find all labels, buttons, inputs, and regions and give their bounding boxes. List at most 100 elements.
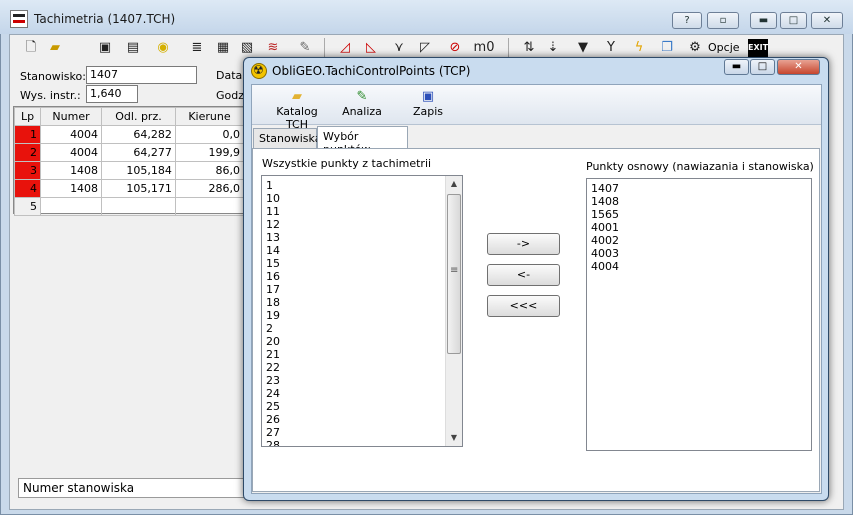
stanowisko-input[interactable]: 1407 <box>86 66 197 84</box>
list-item[interactable]: 19 <box>262 309 462 322</box>
cell-odl[interactable]: 105,171 <box>101 179 176 198</box>
exit-icon[interactable]: EXIT <box>748 39 768 57</box>
table-row[interactable]: 4 1408 105,171 286,0 <box>14 179 245 198</box>
print-preview-icon[interactable]: ▤ <box>124 39 142 57</box>
vertex-icon[interactable]: ⋎ <box>390 39 408 57</box>
cell-numer[interactable]: 4004 <box>39 143 103 162</box>
dialog-minimize-button[interactable]: ▬ <box>724 59 749 75</box>
list-item[interactable]: 11 <box>262 205 462 218</box>
stack-icon[interactable]: ≋ <box>264 39 282 57</box>
print-icon[interactable]: ▣ <box>96 39 114 57</box>
katalog-tch-button[interactable]: ▰ Katalog TCH <box>266 89 328 131</box>
list-item[interactable]: 4003 <box>587 247 811 260</box>
list-item[interactable]: 2 <box>262 322 462 335</box>
list-item[interactable]: 1407 <box>587 182 811 195</box>
m0-icon[interactable]: m0 <box>472 39 496 57</box>
list-item[interactable]: 25 <box>262 400 462 413</box>
cell-odl[interactable]: 105,184 <box>101 161 176 180</box>
control-points-list[interactable]: 1407 1408 1565 4001 4002 4003 4004 <box>586 178 812 451</box>
scroll-thumb[interactable] <box>447 194 461 354</box>
fork-icon[interactable]: Y <box>602 39 620 57</box>
list-item[interactable]: 1 <box>262 179 462 192</box>
column-header-lp[interactable]: Lp <box>14 107 41 126</box>
angle-icon[interactable]: ◿ <box>336 39 354 57</box>
list-item[interactable]: 12 <box>262 218 462 231</box>
open-folder-icon[interactable]: ▰ <box>46 39 64 57</box>
list-item[interactable]: 16 <box>262 270 462 283</box>
list-item[interactable]: 24 <box>262 387 462 400</box>
list-item[interactable]: 23 <box>262 374 462 387</box>
minimize-button[interactable]: ▬ <box>750 12 777 29</box>
table-row[interactable]: 3 1408 105,184 86,0 <box>14 161 245 180</box>
list-item[interactable]: 18 <box>262 296 462 309</box>
list-item[interactable]: 21 <box>262 348 462 361</box>
query-icon[interactable]: ⇣ <box>544 39 562 57</box>
copy-icon[interactable]: ❐ <box>658 39 676 57</box>
move-all-left-button[interactable]: <<< <box>487 295 560 317</box>
all-points-scrollbar[interactable]: ▲ ▼ <box>445 176 462 446</box>
lightbulb-icon[interactable]: ◉ <box>154 39 172 57</box>
cell-kierunek[interactable]: 86,0 <box>174 161 245 180</box>
tab-wybor-punktow[interactable]: Wybór punktów <box>317 126 408 156</box>
cell-kierunek[interactable]: 286,0 <box>174 179 245 198</box>
list-item[interactable]: 27 <box>262 426 462 439</box>
cell-odl[interactable] <box>101 197 176 216</box>
list-item[interactable]: 17 <box>262 283 462 296</box>
list-item[interactable]: 15 <box>262 257 462 270</box>
close-button[interactable]: ✕ <box>811 12 843 29</box>
settings-icon[interactable]: ⚙ <box>686 39 704 57</box>
list-item[interactable]: 4001 <box>587 221 811 234</box>
opcje-label[interactable]: Opcje <box>708 41 740 54</box>
pencil-icon[interactable]: ✎ <box>296 39 314 57</box>
cell-kierunek[interactable] <box>174 197 245 216</box>
dialog-maximize-button[interactable]: □ <box>750 59 775 75</box>
list-item[interactable]: 22 <box>262 361 462 374</box>
export-icon[interactable]: ▧ <box>238 39 256 57</box>
table-row[interactable]: 5 <box>14 197 245 216</box>
cell-numer[interactable]: 1408 <box>39 161 103 180</box>
table-row[interactable]: 2 4004 64,277 199,9 <box>14 143 245 162</box>
list-item[interactable]: 13 <box>262 231 462 244</box>
analiza-button[interactable]: ✎ Analiza <box>342 89 382 118</box>
maximize-button[interactable]: □ <box>780 12 807 29</box>
sort-icon[interactable]: ⇅ <box>520 39 538 57</box>
cell-odl[interactable]: 64,277 <box>101 143 176 162</box>
cell-numer[interactable]: 1408 <box>39 179 103 198</box>
list-item[interactable]: 26 <box>262 413 462 426</box>
lightning-icon[interactable]: ϟ <box>630 39 648 57</box>
dialog-close-button[interactable]: ✕ <box>777 59 820 75</box>
wys-instr-input[interactable]: 1,640 <box>86 85 138 103</box>
cell-numer[interactable] <box>39 197 103 216</box>
cell-odl[interactable]: 64,282 <box>101 125 176 144</box>
list-item[interactable]: 1565 <box>587 208 811 221</box>
table-row[interactable]: 1 4004 64,282 0,0 <box>14 125 245 144</box>
scroll-down-icon[interactable]: ▼ <box>446 430 462 446</box>
cell-numer[interactable]: 4004 <box>39 125 103 144</box>
printer-icon[interactable]: ▦ <box>214 39 232 57</box>
column-header-kierunek[interactable]: Kierune <box>174 107 245 126</box>
move-left-button[interactable]: <- <box>487 264 560 286</box>
scroll-up-icon[interactable]: ▲ <box>446 176 462 192</box>
no-entry-icon[interactable]: ⊘ <box>446 39 464 57</box>
column-header-odl[interactable]: Odl. prz. <box>101 107 176 126</box>
zapis-button[interactable]: ▣ Zapis <box>412 89 444 118</box>
cell-kierunek[interactable]: 0,0 <box>174 125 245 144</box>
cell-kierunek[interactable]: 199,9 <box>174 143 245 162</box>
list-item[interactable]: 1408 <box>587 195 811 208</box>
list-item[interactable]: 10 <box>262 192 462 205</box>
triangle-icon[interactable]: ◸ <box>416 39 434 57</box>
tab-stanowiska[interactable]: Stanowiska <box>253 128 321 149</box>
restore-pane-button[interactable]: ▫ <box>707 12 739 29</box>
list-item[interactable]: 4002 <box>587 234 811 247</box>
list-item[interactable]: 14 <box>262 244 462 257</box>
list-item[interactable]: 28 <box>262 439 462 446</box>
list-item[interactable]: 4004 <box>587 260 811 273</box>
list-icon[interactable]: ≣ <box>188 39 206 57</box>
help-button[interactable]: ? <box>672 12 702 29</box>
move-right-button[interactable]: -> <box>487 233 560 255</box>
all-points-list[interactable]: 1 10 11 12 13 14 15 16 17 18 19 2 20 21 22 23 24 25 26 27 28… <box>261 175 463 447</box>
angle-alt-icon[interactable]: ◺ <box>362 39 380 57</box>
filter-icon[interactable]: ▼ <box>574 39 592 57</box>
list-item[interactable]: 20 <box>262 335 462 348</box>
column-header-numer[interactable]: Numer <box>39 107 103 126</box>
